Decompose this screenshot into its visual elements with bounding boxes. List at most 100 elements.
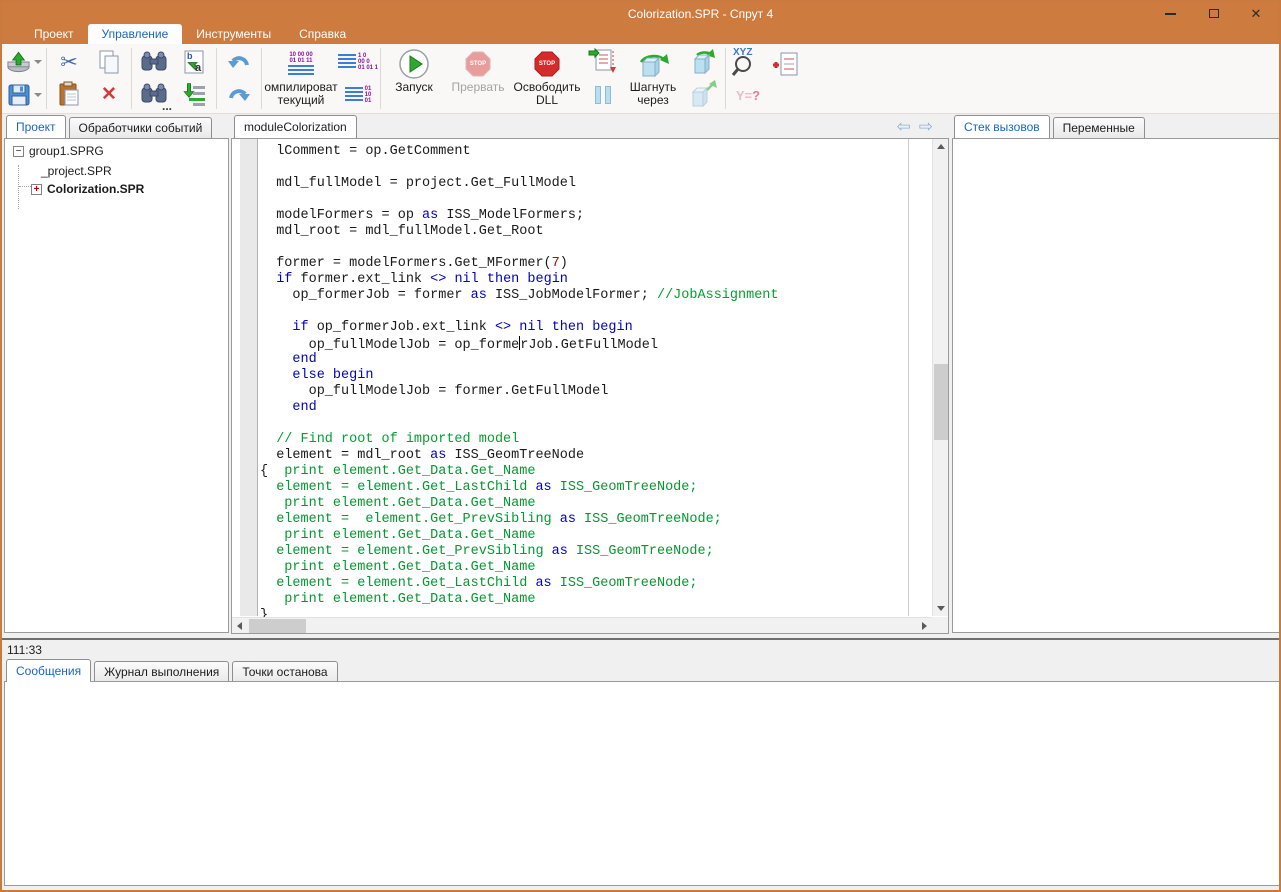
code-line[interactable]: else begin <box>260 368 928 384</box>
tree-item-label[interactable]: group1.SPRG <box>29 144 104 158</box>
code-line[interactable] <box>260 416 928 432</box>
load-button[interactable] <box>6 47 42 77</box>
evaluate-button[interactable]: Y=? <box>730 80 766 110</box>
undo-button[interactable] <box>221 47 257 77</box>
step-over-button[interactable]: Шагнуть через <box>623 46 683 111</box>
compile-list-button[interactable]: 01 10 01 <box>340 80 376 110</box>
expand-icon[interactable]: + <box>31 184 42 195</box>
code-line[interactable]: print element.Get_Data.Get_Name <box>260 496 928 512</box>
tree-item-colorization[interactable]: + Colorization.SPR <box>31 182 144 196</box>
horizontal-splitter[interactable] <box>2 638 1279 640</box>
step-into-button[interactable] <box>585 47 621 77</box>
code-line[interactable] <box>260 160 928 176</box>
tree-item-label[interactable]: Colorization.SPR <box>47 182 144 196</box>
code-line[interactable]: mdl_root = mdl_fullModel.Get_Root <box>260 224 928 240</box>
code-line[interactable]: if former.ext_link <> nil then begin <box>260 272 928 288</box>
code-editor[interactable]: lComment = op.GetComment mdl_fullModel =… <box>260 144 928 624</box>
menu-tools[interactable]: Инструменты <box>182 24 285 44</box>
menu-control[interactable]: Управление <box>88 24 183 44</box>
tree-item-group[interactable]: − group1.SPRG <box>13 144 104 158</box>
horizontal-scroll-thumb[interactable] <box>249 619 306 633</box>
compile-current-button[interactable]: 10 00 00 01 01 11 омпилироват текущий <box>264 46 338 111</box>
step-out-icon <box>687 47 719 77</box>
menu-help[interactable]: Справка <box>285 24 360 44</box>
scroll-right-button[interactable] <box>917 618 932 634</box>
paste-button[interactable] <box>51 79 87 109</box>
nav-forward-icon[interactable]: ⇨ <box>919 117 933 137</box>
code-line[interactable] <box>260 240 928 256</box>
free-dll-button[interactable]: STOP Освободить DLL <box>511 46 583 111</box>
scroll-left-button[interactable] <box>232 618 247 634</box>
save-dropdown-caret[interactable] <box>34 93 42 97</box>
goto-line-button[interactable] <box>176 79 212 109</box>
add-watch-button[interactable] <box>768 50 804 80</box>
cut-button[interactable]: ✂ <box>51 47 87 77</box>
code-line[interactable]: op_formerJob = former as ISS_JobModelFor… <box>260 288 928 304</box>
find-xyz-button[interactable]: XYZ <box>730 47 766 77</box>
breakpoint-gutter[interactable] <box>232 139 240 616</box>
tab-call-stack[interactable]: Стек вызовов <box>954 115 1050 138</box>
code-line[interactable]: element = element.Get_LastChild as ISS_G… <box>260 576 928 592</box>
code-line[interactable]: mdl_fullModel = project.Get_FullModel <box>260 176 928 192</box>
code-line[interactable]: if op_formerJob.ext_link <> nil then beg… <box>260 320 928 336</box>
delete-button[interactable]: ✕ <box>91 79 127 109</box>
break-button[interactable]: STOP Прервать <box>445 46 511 111</box>
find-next-dots: ... <box>162 99 172 113</box>
tab-execution-log[interactable]: Журнал выполнения <box>94 661 229 682</box>
code-line[interactable]: print element.Get_Data.Get_Name <box>260 528 928 544</box>
fold-gutter[interactable] <box>240 139 258 616</box>
vertical-scroll-thumb[interactable] <box>934 364 948 440</box>
tab-variables[interactable]: Переменные <box>1053 117 1145 138</box>
compile-all-bars <box>338 54 356 70</box>
code-line[interactable]: element = mdl_root as ISS_GeomTreeNode <box>260 448 928 464</box>
code-line[interactable]: // Find root of imported model <box>260 432 928 448</box>
code-line[interactable] <box>260 304 928 320</box>
scroll-down-button[interactable] <box>933 601 949 616</box>
tab-breakpoints[interactable]: Точки останова <box>232 661 337 682</box>
run-to-cursor-button[interactable] <box>685 80 721 110</box>
compile-all-button[interactable]: 1 0 00 0 01 01 1 <box>340 47 376 77</box>
pause-button[interactable] <box>585 80 621 110</box>
step-out-button[interactable] <box>685 47 721 77</box>
scroll-up-button[interactable] <box>933 139 949 154</box>
close-button[interactable]: ✕ <box>1239 2 1273 25</box>
code-line[interactable]: print element.Get_Data.Get_Name <box>260 592 928 608</box>
code-line[interactable]: { print element.Get_Data.Get_Name <box>260 464 928 480</box>
code-line[interactable]: end <box>260 400 928 416</box>
code-line[interactable]: modelFormers = op as ISS_ModelFormers; <box>260 208 928 224</box>
minimize-button[interactable] <box>1153 2 1187 25</box>
code-line[interactable]: element = element.Get_PrevSibling as ISS… <box>260 512 928 528</box>
run-button[interactable]: Запуск <box>383 46 445 111</box>
replace-button[interactable]: b a <box>176 47 212 77</box>
maximize-button[interactable] <box>1197 2 1231 25</box>
code-line[interactable]: element = element.Get_PrevSibling as ISS… <box>260 544 928 560</box>
tree-item-project[interactable]: _project.SPR <box>41 164 112 178</box>
menu-project[interactable]: Проект <box>20 24 88 44</box>
nav-back-icon[interactable]: ⇦ <box>897 117 911 137</box>
tab-module-colorization[interactable]: moduleColorization <box>234 115 357 138</box>
code-line[interactable]: end <box>260 352 928 368</box>
code-line[interactable]: op_fullModelJob = op_formerJob.GetFullMo… <box>260 336 928 352</box>
vertical-scrollbar[interactable] <box>932 139 948 616</box>
code-line[interactable]: print element.Get_Data.Get_Name <box>260 560 928 576</box>
code-line[interactable]: element = element.Get_LastChild as ISS_G… <box>260 480 928 496</box>
code-line[interactable]: former = modelFormers.Get_MFormer(7) <box>260 256 928 272</box>
tab-event-handlers[interactable]: Обработчики событий <box>69 117 213 138</box>
tree-item-label[interactable]: _project.SPR <box>41 164 112 178</box>
find-next-button[interactable]: ... <box>136 79 172 109</box>
tab-messages[interactable]: Сообщения <box>6 659 91 682</box>
code-line[interactable]: lComment = op.GetComment <box>260 144 928 160</box>
code-line[interactable]: op_fullModelJob = former.GetFullModel <box>260 384 928 400</box>
left-tabrow: Проект Обработчики событий <box>6 115 215 138</box>
toolbar-separator <box>261 48 262 109</box>
load-dropdown-caret[interactable] <box>34 60 42 64</box>
code-line[interactable] <box>260 192 928 208</box>
redo-button[interactable] <box>221 80 257 110</box>
tab-project[interactable]: Проект <box>6 115 66 138</box>
step-into-icon <box>588 47 618 77</box>
save-button[interactable] <box>6 80 42 110</box>
horizontal-scrollbar[interactable] <box>232 617 932 633</box>
find-button[interactable] <box>136 47 172 77</box>
collapse-icon[interactable]: − <box>13 146 24 157</box>
copy-button[interactable] <box>91 47 127 77</box>
